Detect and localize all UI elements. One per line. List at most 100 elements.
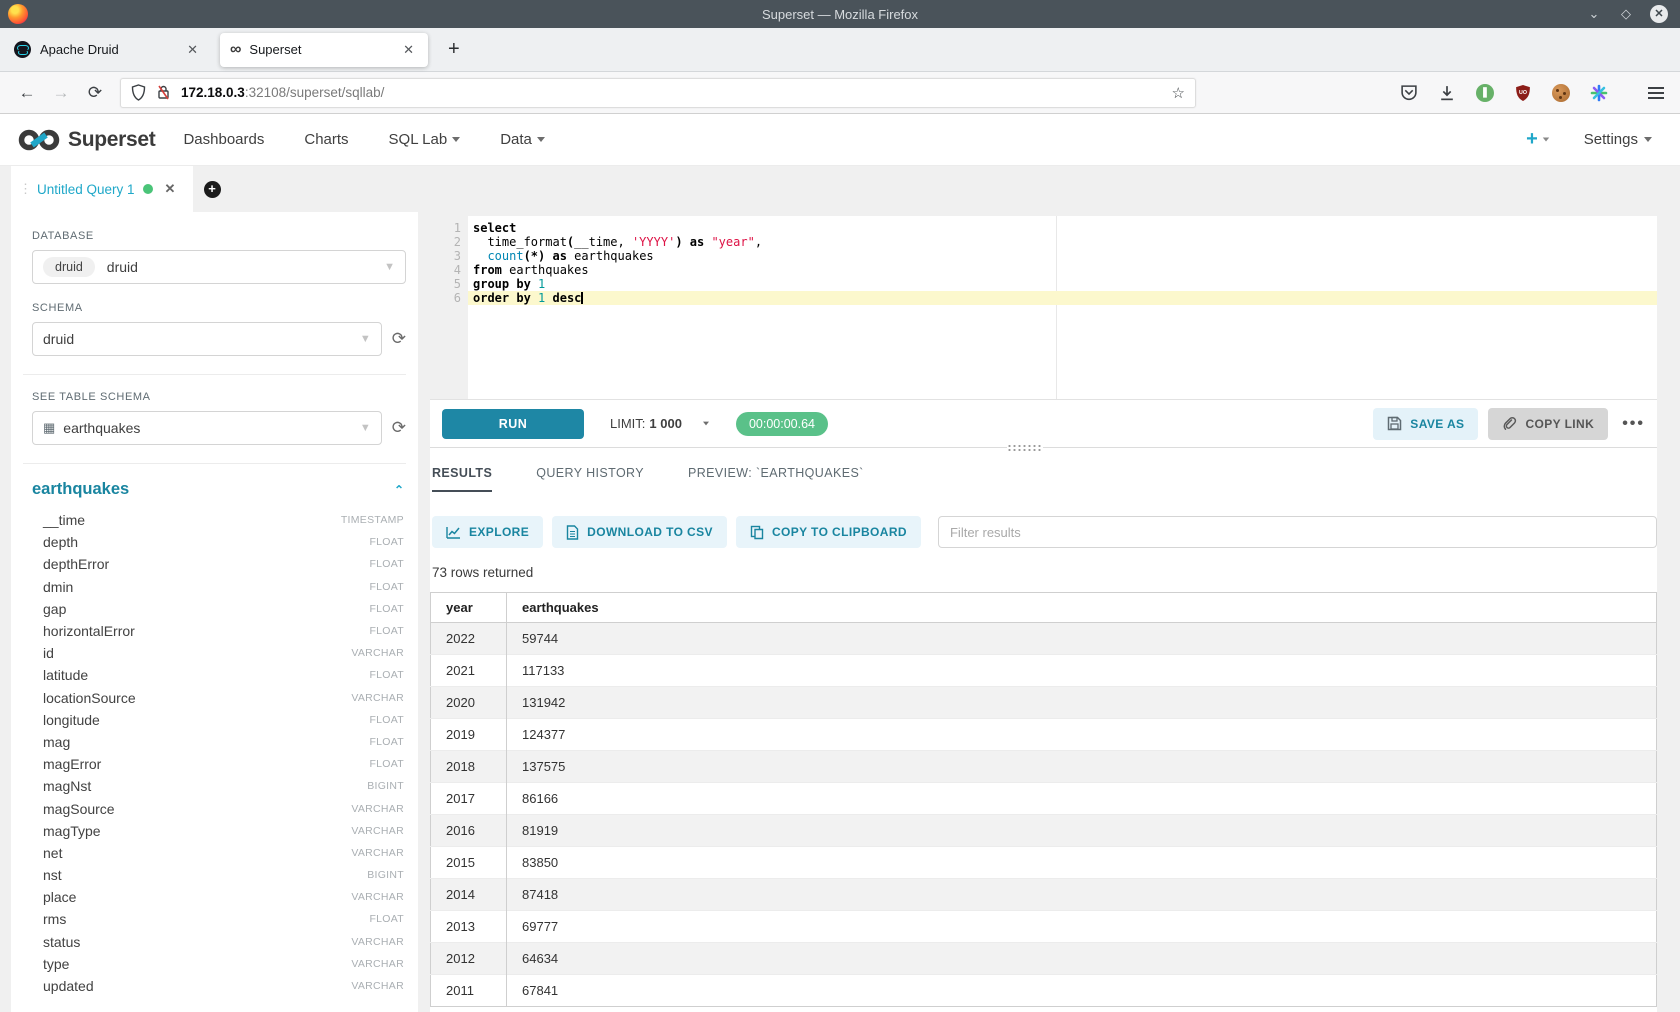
download-icon[interactable] — [1438, 84, 1456, 102]
table-column-row[interactable]: locationSourceVARCHAR — [23, 687, 406, 709]
table-column-row[interactable]: idVARCHAR — [23, 642, 406, 664]
table-column-row[interactable]: dminFLOAT — [23, 576, 406, 598]
collapse-icon[interactable]: ⌃ — [394, 483, 404, 497]
cookie-icon[interactable] — [1552, 84, 1570, 102]
add-new-button[interactable]: + — [1526, 128, 1550, 151]
tab-title: Superset — [249, 42, 301, 57]
maximize-icon[interactable]: ◇ — [1618, 6, 1634, 22]
extension-asterisk-icon[interactable] — [1590, 84, 1608, 102]
status-dot — [143, 184, 153, 194]
copy-link-button[interactable]: COPY LINK — [1488, 408, 1608, 440]
url-bar[interactable]: 172.18.0.3:32108/superset/sqllab/ ☆ — [120, 78, 1196, 108]
refresh-table-icon[interactable]: ⟳ — [392, 418, 406, 438]
nav-data[interactable]: Data — [500, 131, 545, 148]
menu-icon[interactable] — [1648, 87, 1664, 99]
browser-tab-druid[interactable]: Apache Druid ✕ — [4, 33, 212, 67]
download-csv-button[interactable]: DOWNLOAD TO CSV — [552, 516, 727, 548]
table-column-row[interactable]: gapFLOAT — [23, 598, 406, 620]
tab-query-history[interactable]: QUERY HISTORY — [536, 466, 644, 492]
table-column-row[interactable]: __timeTIMESTAMP — [23, 509, 406, 531]
table-column-row[interactable]: latitudeFLOAT — [23, 664, 406, 686]
settings-menu[interactable]: Settings — [1584, 131, 1652, 148]
lock-slash-icon[interactable] — [156, 84, 171, 101]
table-column-row[interactable]: magTypeVARCHAR — [23, 820, 406, 842]
code-line: time_format(__time, 'YYYY') as "year", — [468, 235, 1657, 249]
code-area[interactable]: select time_format(__time, 'YYYY') as "y… — [468, 216, 1657, 399]
tab-preview-earthquakes[interactable]: PREVIEW: `EARTHQUAKES` — [688, 466, 864, 492]
table-column-row[interactable]: depthErrorFLOAT — [23, 553, 406, 575]
table-column-row[interactable]: updatedVARCHAR — [23, 975, 406, 997]
column-header-year[interactable]: year — [431, 593, 507, 623]
column-name: dmin — [43, 579, 73, 595]
explore-button[interactable]: EXPLORE — [432, 516, 543, 548]
copy-clipboard-button[interactable]: COPY TO CLIPBOARD — [736, 516, 921, 548]
superset-favicon: ∞ — [230, 42, 241, 58]
superset-logo[interactable]: Superset — [18, 128, 155, 152]
query-tab-close-icon[interactable]: ✕ — [165, 181, 176, 197]
table-column-row[interactable]: typeVARCHAR — [23, 953, 406, 975]
ublock-icon[interactable]: UO — [1514, 84, 1532, 102]
reload-icon[interactable]: ⟳ — [78, 83, 112, 103]
shield-icon[interactable] — [131, 84, 146, 101]
column-name: magType — [43, 823, 101, 839]
nav-dashboards[interactable]: Dashboards — [183, 131, 264, 148]
minimize-icon[interactable]: ⌄ — [1586, 6, 1602, 22]
nav-sqllab[interactable]: SQL Lab — [389, 131, 461, 148]
table-column-row[interactable]: magErrorFLOAT — [23, 753, 406, 775]
drag-grip-icon[interactable]: ⋮ — [19, 181, 31, 197]
table-select[interactable]: ▦ earthquakes ▼ — [32, 411, 382, 445]
sqllab-app: ⋮ Untitled Query 1 ✕ + DATABASE druid dr… — [0, 166, 1680, 1012]
filter-results-input[interactable] — [938, 516, 1657, 548]
chevron-down-icon: ▼ — [384, 261, 395, 273]
table-cell: 2011 — [431, 975, 507, 1007]
table-column-row[interactable]: magNstBIGINT — [23, 775, 406, 797]
tab-close-icon[interactable]: ✕ — [399, 40, 418, 60]
table-column-row[interactable]: nstBIGINT — [23, 864, 406, 886]
close-icon[interactable]: ✕ — [1650, 5, 1668, 23]
more-options-icon[interactable]: ••• — [1622, 415, 1645, 433]
column-name: magNst — [43, 778, 91, 794]
table-column-row[interactable]: longitudeFLOAT — [23, 709, 406, 731]
column-type: FLOAT — [369, 603, 404, 615]
table-column-row[interactable]: magFLOAT — [23, 731, 406, 753]
add-query-tab[interactable]: + — [193, 166, 231, 212]
back-icon[interactable]: ← — [10, 83, 44, 103]
table-row: 2019124377 — [431, 719, 1657, 751]
url-text[interactable]: 172.18.0.3:32108/superset/sqllab/ — [181, 85, 384, 100]
database-select[interactable]: druid druid ▼ — [32, 250, 406, 284]
tab-results[interactable]: RESULTS — [432, 466, 492, 492]
table-column-row[interactable]: placeVARCHAR — [23, 886, 406, 908]
code-line: select — [468, 221, 1657, 235]
privacy-badger-icon[interactable]: ❚ — [1476, 84, 1494, 102]
save-as-button[interactable]: SAVE AS — [1373, 408, 1478, 440]
table-cell: 69777 — [507, 911, 1657, 943]
table-column-row[interactable]: netVARCHAR — [23, 842, 406, 864]
schema-select[interactable]: druid ▼ — [32, 322, 382, 356]
superset-navbar: Superset Dashboards Charts SQL Lab Data … — [0, 114, 1680, 166]
table-column-row[interactable]: depthFLOAT — [23, 531, 406, 553]
browser-tab-superset[interactable]: ∞ Superset ✕ — [220, 33, 428, 67]
bookmark-star-icon[interactable]: ☆ — [1172, 84, 1185, 102]
tab-close-icon[interactable]: ✕ — [183, 40, 202, 60]
query-tabs: ⋮ Untitled Query 1 ✕ + — [11, 166, 1680, 212]
new-tab-button[interactable]: + — [442, 38, 466, 61]
run-button[interactable]: RUN — [442, 409, 584, 439]
table-column-row[interactable]: horizontalErrorFLOAT — [23, 620, 406, 642]
link-icon — [1502, 416, 1517, 431]
table-column-row[interactable]: magSourceVARCHAR — [23, 797, 406, 819]
table-cell: 2014 — [431, 879, 507, 911]
table-column-row[interactable]: rmsFLOAT — [23, 908, 406, 930]
pocket-icon[interactable] — [1400, 84, 1418, 102]
column-header-earthquakes[interactable]: earthquakes — [507, 593, 1657, 623]
forward-icon[interactable]: → — [44, 83, 78, 103]
resize-grip[interactable] — [1007, 444, 1043, 451]
table-column-row[interactable]: statusVARCHAR — [23, 931, 406, 953]
table-schema-header[interactable]: earthquakes ⌃ — [32, 480, 406, 499]
query-tab-untitled[interactable]: ⋮ Untitled Query 1 ✕ — [11, 166, 193, 212]
code-editor[interactable]: 123456 select time_format(__time, 'YYYY'… — [430, 216, 1657, 400]
table-cell: 67841 — [507, 975, 1657, 1007]
refresh-schema-icon[interactable]: ⟳ — [392, 329, 406, 349]
limit-control[interactable]: LIMIT: 1 000 — [610, 416, 710, 431]
column-type: BIGINT — [367, 869, 404, 881]
nav-charts[interactable]: Charts — [304, 131, 348, 148]
